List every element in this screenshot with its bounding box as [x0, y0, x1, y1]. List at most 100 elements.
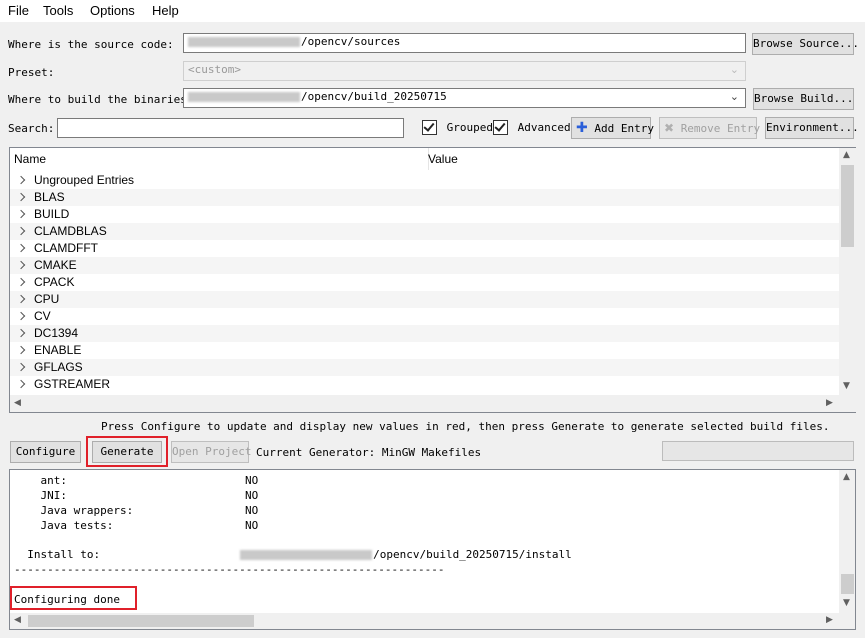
- build-label: Where to build the binaries:: [8, 93, 194, 106]
- table-row[interactable]: CV: [10, 308, 839, 325]
- row-name: ENABLE: [34, 343, 82, 357]
- source-path-field[interactable]: /opencv/sources: [183, 33, 746, 53]
- scroll-up-icon[interactable]: ▲: [843, 150, 850, 160]
- environment-button[interactable]: Environment...: [765, 117, 859, 139]
- build-path-select[interactable]: /opencv/build_20250715 ⌄: [183, 88, 746, 108]
- vertical-scrollbar[interactable]: ▲ ▼: [839, 148, 856, 395]
- table-row[interactable]: CLAMDBLAS: [10, 223, 839, 240]
- row-name: CMAKE: [34, 258, 77, 272]
- add-entry-label: Add Entry: [594, 122, 654, 135]
- grouped-checkbox[interactable]: Grouped: [422, 120, 493, 135]
- preset-value: <custom>: [188, 63, 241, 76]
- chevron-right-icon[interactable]: [16, 176, 26, 185]
- chevron-right-icon[interactable]: [16, 346, 26, 355]
- generate-button[interactable]: Generate: [92, 441, 162, 463]
- add-entry-button[interactable]: ✚ Add Entry: [571, 117, 654, 139]
- row-name: BUILD: [34, 207, 70, 221]
- scroll-left-icon[interactable]: ◀: [14, 398, 21, 408]
- table-row[interactable]: Ungrouped Entries: [10, 172, 839, 189]
- scroll-up-icon[interactable]: ▲: [843, 472, 850, 482]
- current-generator: Current Generator: MinGW Makefiles: [256, 446, 482, 459]
- chevron-down-icon: ⌄: [729, 63, 739, 76]
- scroll-right-icon[interactable]: ▶: [826, 398, 833, 408]
- log-install-path: /opencv/build_20250715/install: [373, 548, 572, 561]
- chevron-right-icon[interactable]: [16, 329, 26, 338]
- table-row[interactable]: GSTREAMER: [10, 376, 839, 393]
- output-log: ant: NO JNI: NO Java wrappers: NO Java test…: [9, 469, 856, 630]
- table-row[interactable]: ENABLE: [10, 342, 839, 359]
- scrollbar-thumb[interactable]: [28, 615, 254, 627]
- log-separator: ----------------------------------------…: [14, 563, 445, 576]
- log-install-label: Install to:: [14, 548, 101, 561]
- log-line-value: NO: [245, 504, 259, 517]
- chevron-right-icon[interactable]: [16, 244, 26, 253]
- table-row[interactable]: GFLAGS: [10, 359, 839, 376]
- scrollbar-thumb[interactable]: [841, 165, 854, 247]
- remove-entry-label: Remove Entry: [680, 122, 761, 135]
- table-row[interactable]: BUILD: [10, 206, 839, 223]
- scroll-left-icon[interactable]: ◀: [14, 615, 21, 625]
- row-name: CLAMDBLAS: [34, 224, 107, 238]
- row-name: CLAMDFFT: [34, 241, 98, 255]
- scrollbar-thumb[interactable]: [841, 574, 854, 594]
- column-header-name[interactable]: Name: [10, 148, 429, 170]
- chevron-right-icon[interactable]: [16, 312, 26, 321]
- table-row[interactable]: CPU: [10, 291, 839, 308]
- source-path-suffix: /opencv/sources: [301, 35, 401, 48]
- chevron-right-icon[interactable]: [16, 210, 26, 219]
- table-row[interactable]: BLAS: [10, 189, 839, 206]
- row-name: GFLAGS: [34, 360, 83, 374]
- menu-options[interactable]: Options: [90, 3, 135, 18]
- checkbox-checked-icon[interactable]: [493, 120, 508, 135]
- row-name: GSTREAMER: [34, 377, 111, 391]
- menu-tools[interactable]: Tools: [43, 3, 73, 18]
- scroll-down-icon[interactable]: ▼: [843, 381, 850, 391]
- preset-select[interactable]: <custom> ⌄: [183, 61, 746, 81]
- log-line-name: Java wrappers:: [14, 504, 134, 517]
- row-name: CPU: [34, 292, 60, 306]
- chevron-right-icon[interactable]: [16, 363, 26, 372]
- chevron-right-icon[interactable]: [16, 278, 26, 287]
- configure-hint: Press Configure to update and display ne…: [101, 420, 830, 433]
- log-line-value: NO: [245, 489, 259, 502]
- column-header-value[interactable]: Value: [424, 148, 844, 170]
- progress-bar: [662, 441, 854, 461]
- build-path-suffix: /opencv/build_20250715: [301, 90, 447, 103]
- menu-help[interactable]: Help: [152, 3, 179, 18]
- table-row[interactable]: CMAKE: [10, 257, 839, 274]
- menu-bar: File Tools Options Help: [0, 0, 865, 22]
- advanced-checkbox[interactable]: Advanced: [493, 120, 571, 135]
- chevron-right-icon[interactable]: [16, 380, 26, 389]
- checkbox-checked-icon[interactable]: [422, 120, 437, 135]
- chevron-right-icon[interactable]: [16, 193, 26, 202]
- table-row[interactable]: DC1394: [10, 325, 839, 342]
- chevron-right-icon[interactable]: [16, 295, 26, 304]
- source-label: Where is the source code:: [8, 38, 174, 51]
- scroll-right-icon[interactable]: ▶: [826, 615, 833, 625]
- scroll-down-icon[interactable]: ▼: [843, 598, 850, 608]
- table-row[interactable]: CPACK: [10, 274, 839, 291]
- log-line-name: Java tests:: [14, 519, 114, 532]
- search-input[interactable]: [57, 118, 404, 138]
- table-row[interactable]: CLAMDFFT: [10, 240, 839, 257]
- browse-build-button[interactable]: Browse Build...: [753, 88, 854, 110]
- log-line-value: NO: [245, 474, 259, 487]
- log-install-line: Install to: /opencv/build_20250715/instal…: [14, 548, 572, 561]
- preset-label: Preset:: [8, 66, 55, 79]
- log-vertical-scrollbar[interactable]: ▲ ▼: [839, 470, 855, 613]
- open-project-button[interactable]: Open Project: [171, 441, 251, 463]
- chevron-down-icon[interactable]: ⌄: [730, 90, 739, 103]
- configure-button[interactable]: Configure: [10, 441, 81, 463]
- menu-file[interactable]: File: [8, 3, 29, 18]
- log-configuring-done: Configuring done: [14, 593, 120, 606]
- redacted-path: [188, 92, 300, 102]
- horizontal-scrollbar[interactable]: ◀ ▶: [10, 395, 856, 412]
- log-horizontal-scrollbar[interactable]: ◀ ▶: [10, 613, 855, 629]
- browse-source-button[interactable]: Browse Source...: [752, 33, 859, 55]
- row-name: Ungrouped Entries: [34, 173, 135, 187]
- log-line-name: ant:: [14, 474, 67, 487]
- chevron-right-icon[interactable]: [16, 227, 26, 236]
- remove-entry-button[interactable]: ✖ Remove Entry: [659, 117, 761, 139]
- redacted-path: [240, 550, 373, 560]
- chevron-right-icon[interactable]: [16, 261, 26, 270]
